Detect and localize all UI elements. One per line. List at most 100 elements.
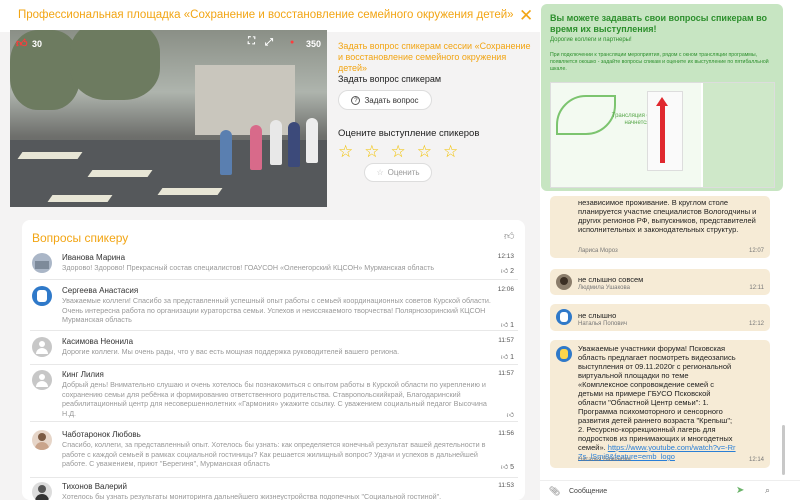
questions-title: Вопросы спикеру bbox=[32, 231, 129, 245]
video-frame-child bbox=[306, 118, 318, 163]
search-icon[interactable]: ⌕ bbox=[765, 485, 770, 496]
thumbs-up-icon[interactable]: 👍︎ bbox=[16, 37, 28, 50]
avatar bbox=[32, 430, 52, 450]
attach-icon[interactable]: 📎︎ bbox=[549, 486, 560, 497]
preview-chat bbox=[703, 83, 774, 187]
avatar bbox=[32, 482, 52, 500]
notice-subtitle: Дорогие коллеги и партнеры! bbox=[550, 37, 632, 43]
star-icon[interactable]: ☆ bbox=[338, 143, 353, 160]
avatar bbox=[32, 337, 52, 357]
chat-message-time: 12:11 bbox=[749, 285, 764, 291]
question-author: Иванова Марина bbox=[62, 253, 126, 262]
fullscreen-icon[interactable]: ⛶ bbox=[248, 36, 255, 47]
video-frame-child bbox=[250, 125, 262, 170]
thumbs-up-icon[interactable]: 👍︎ bbox=[504, 230, 514, 242]
notice-title: Вы можете задавать свои вопросы спикерам… bbox=[550, 13, 768, 34]
close-icon[interactable]: ✕ bbox=[519, 6, 533, 26]
chat-message: независимое проживание. В круглом столе … bbox=[550, 196, 770, 258]
star-icon[interactable]: ☆ bbox=[417, 143, 432, 160]
star-icon[interactable]: ☆ bbox=[391, 143, 406, 160]
notice-body: При подключении к трансляции мероприятия… bbox=[550, 52, 769, 72]
question-author: Чаботаронок Любовь bbox=[62, 430, 141, 439]
live-dot-icon: ● bbox=[290, 39, 295, 46]
avatar bbox=[556, 309, 572, 325]
question-author: Кинг Лилия bbox=[62, 370, 104, 379]
thumbs-up-icon: 👍︎ bbox=[506, 412, 514, 419]
chat-message-author: Лариса Мороз bbox=[578, 248, 618, 254]
star-icon[interactable]: ☆ bbox=[364, 143, 379, 160]
chat-message-time: 12:12 bbox=[748, 321, 764, 327]
video-frame-child bbox=[220, 130, 232, 175]
notice-preview-image: Трансляция скоро начнется bbox=[550, 82, 775, 188]
question-time: 11:56 bbox=[498, 430, 514, 437]
message-input[interactable]: Сообщение bbox=[569, 488, 607, 495]
viewer-count: 350 bbox=[306, 39, 322, 49]
video-frame-crosswalk bbox=[87, 170, 153, 177]
question-author: Сергеева Анастасия bbox=[62, 286, 139, 295]
question-time: 12:06 bbox=[497, 286, 514, 293]
thumbs-up-icon: 👍︎ bbox=[500, 354, 509, 361]
video-frame-child bbox=[270, 120, 282, 165]
question-likes[interactable]: 👍︎ 1 bbox=[501, 352, 514, 361]
avatar bbox=[32, 286, 52, 306]
send-icon[interactable]: ➤ bbox=[736, 485, 744, 496]
question-time: 11:57 bbox=[498, 337, 514, 344]
question-icon: ? bbox=[351, 95, 361, 105]
rating-stars[interactable]: ☆ ☆ ☆ ☆ ☆ bbox=[338, 143, 458, 160]
chat-message-time: 12:07 bbox=[748, 248, 764, 254]
video-frame-crosswalk bbox=[157, 188, 223, 195]
question-text: Добрый день! Внимательно слушаю и очень … bbox=[62, 380, 487, 418]
question-text: Спасибо, коллеги, за представленный опыт… bbox=[62, 440, 486, 468]
chat-message-text: не слышно bbox=[578, 311, 617, 320]
chat-message: не слышно совсем Людмила Ушакова 12:11 bbox=[550, 269, 770, 295]
question-likes[interactable]: 👍︎ 1 bbox=[501, 320, 514, 329]
chat-message: не слышно Наталья Попович 12:12 bbox=[550, 304, 770, 331]
ask-question-label: Задать вопрос bbox=[364, 95, 419, 105]
ask-question-button[interactable]: ? Задать вопрос bbox=[338, 90, 432, 110]
chat-scrollbar[interactable] bbox=[782, 425, 785, 475]
question-text: Здорово! Здорово! Прекрасный состав спец… bbox=[62, 263, 435, 272]
rate-button[interactable]: ☆ Оценить bbox=[364, 163, 432, 182]
question-text: Хотелось бы узнать результаты мониторинг… bbox=[62, 492, 442, 500]
star-outline-icon: ☆ bbox=[376, 168, 384, 177]
question-time: 11:53 bbox=[498, 482, 514, 489]
question-item: Чаботаронок Любовь Спасибо, коллеги, за … bbox=[30, 430, 518, 478]
video-frame-crosswalk bbox=[17, 152, 83, 159]
avatar bbox=[556, 346, 572, 362]
question-text: Дорогие коллеги. Мы очень рады, что у ва… bbox=[62, 347, 400, 356]
chat-input-bar: 📎︎ Сообщение ➤ ⌕ bbox=[540, 480, 800, 500]
rating-label: Оцените выступление спикеров bbox=[338, 128, 480, 139]
question-likes[interactable]: 👍︎ 2 bbox=[501, 266, 514, 275]
video-frame-child bbox=[288, 122, 300, 167]
question-likes[interactable]: 👍︎ bbox=[507, 410, 514, 419]
thumbs-up-icon: 👍︎ bbox=[500, 322, 509, 329]
thumbs-up-icon: 👍︎ bbox=[500, 268, 509, 275]
like-count: 30 bbox=[32, 39, 43, 49]
question-likes[interactable]: 👍︎ 5 bbox=[501, 462, 514, 471]
preview-arrow-head bbox=[656, 97, 668, 106]
expand-icon[interactable]: ⤢ bbox=[265, 37, 273, 48]
question-item: Сергеева Анастасия Уважаемые коллеги! Сп… bbox=[30, 286, 518, 331]
star-icon[interactable]: ☆ bbox=[443, 143, 458, 160]
ask-session-link[interactable]: Задать вопрос спикерам сессии «Сохранени… bbox=[338, 41, 533, 74]
chat-message-time: 12:14 bbox=[748, 457, 764, 463]
question-item: Тихонов Валерий Хотелось бы узнать резул… bbox=[30, 482, 518, 500]
question-item: Иванова Марина Здорово! Здорово! Прекрас… bbox=[30, 253, 518, 280]
question-time: 12:13 bbox=[497, 253, 514, 260]
question-item: Кинг Лилия Добрый день! Внимательно слуш… bbox=[30, 370, 518, 422]
video-player[interactable]: 👍︎ 30 ⛶ ⤢ ● 350 bbox=[10, 30, 327, 207]
preview-arrow bbox=[660, 103, 665, 163]
chat-message-text: не слышно совсем bbox=[578, 275, 644, 284]
rate-button-label: Оценить bbox=[387, 168, 420, 177]
avatar bbox=[32, 253, 52, 273]
chat-message-text: независимое проживание. В круглом столе … bbox=[578, 198, 757, 234]
chat-message-text: Уважаемые участники форума! Псковская об… bbox=[578, 344, 736, 461]
chat-message-author: Людмила Ушакова bbox=[578, 285, 630, 291]
ask-label: Задать вопрос спикерам bbox=[338, 74, 442, 84]
question-author: Тихонов Валерий bbox=[62, 482, 127, 491]
thumbs-up-icon: 👍︎ bbox=[500, 464, 509, 471]
question-text: Уважаемые коллеги! Спасибо за представле… bbox=[62, 296, 491, 324]
notice-card: Вы можете задавать свои вопросы спикерам… bbox=[541, 4, 783, 191]
avatar bbox=[32, 370, 52, 390]
avatar bbox=[556, 274, 572, 290]
